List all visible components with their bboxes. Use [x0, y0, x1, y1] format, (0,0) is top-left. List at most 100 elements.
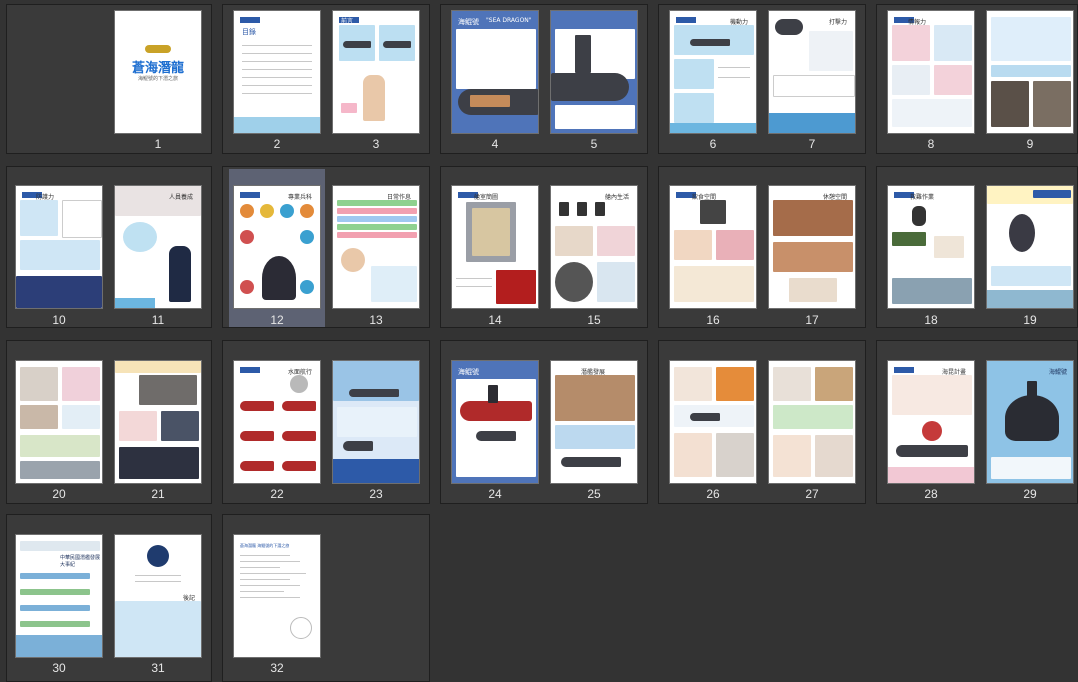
page-number-31: 31: [151, 661, 165, 675]
page-thumbnail-20[interactable]: [15, 360, 103, 484]
spread-16[interactable]: 中華民國潛艦發展大事紀 30 後記 31: [6, 514, 212, 682]
page-thumbnail-6[interactable]: 機動力: [669, 10, 757, 134]
page-title: 蒼海潛龍 海鯤號的下潛之旅: [240, 543, 290, 548]
spread-11[interactable]: 20 21: [6, 340, 212, 504]
page-subtitle: "SEA DRAGON": [486, 17, 532, 24]
page-number-9: 9: [1026, 137, 1034, 151]
page-number-32: 32: [270, 661, 284, 675]
spread-14[interactable]: 26 27: [658, 340, 866, 504]
page-number-2: 2: [273, 137, 281, 151]
page-thumbnail-30[interactable]: 中華民國潛艦發展大事紀: [15, 534, 103, 658]
spread-2[interactable]: 目錄 2 前言 3: [222, 4, 430, 154]
page-thumbnail-3[interactable]: 前言: [332, 10, 420, 134]
page-number-11: 11: [151, 313, 165, 327]
page-thumbnail-28[interactable]: 海昆計畫: [887, 360, 975, 484]
spread-7[interactable]: 專業兵科 12 日常作息 13: [222, 166, 430, 328]
page-thumbnail-1[interactable]: 蒼海潛龍 海鯤號的下潛之旅: [114, 10, 202, 134]
page-title: 艙內生活: [604, 194, 629, 201]
page-number-17: 17: [805, 313, 819, 327]
page-thumbnail-8[interactable]: 情報力: [887, 10, 975, 134]
seal-icon: [290, 617, 312, 639]
wave-band: [234, 117, 320, 133]
page-number-14: 14: [488, 313, 502, 327]
page-number-25: 25: [587, 487, 601, 501]
page-number-24: 24: [488, 487, 502, 501]
page-thumbnail-17[interactable]: 休憩空間: [768, 185, 856, 309]
page-thumbnail-31[interactable]: 後記: [114, 534, 202, 658]
spread-17[interactable]: 蒼海潛龍 海鯤號的下潛之旅 32: [222, 514, 430, 682]
page-number-23: 23: [369, 487, 383, 501]
page-thumbnail-7[interactable]: 打擊力: [768, 10, 856, 134]
page-thumbnail-9[interactable]: [986, 10, 1074, 134]
page-thumbnail-5[interactable]: [550, 10, 638, 134]
spread-9[interactable]: 飲食空間 16 休憩空間 17: [658, 166, 866, 328]
page-number-8: 8: [927, 137, 935, 151]
page-thumbnail-15[interactable]: 艙內生活: [550, 185, 638, 309]
page-thumbnail-12[interactable]: 專業兵科: [233, 185, 321, 309]
page-number-3: 3: [372, 137, 380, 151]
page-number-26: 26: [706, 487, 720, 501]
spread-3[interactable]: 海鯤號 "SEA DRAGON" 4 5: [440, 4, 648, 154]
page-title: 救難作業: [910, 194, 935, 201]
spread-1[interactable]: 蒼海潛龍 海鯤號的下潛之旅 1: [6, 4, 212, 154]
page-thumbnail-16[interactable]: 飲食空間: [669, 185, 757, 309]
page-number-7: 7: [808, 137, 816, 151]
spread-8[interactable]: 艙室簡圖 14 艙內生活 15: [440, 166, 648, 328]
page-number-30: 30: [52, 661, 66, 675]
toc-title: 目錄: [242, 28, 256, 36]
page-thumbnail-2[interactable]: 目錄: [233, 10, 321, 134]
page-thumbnail-4[interactable]: 海鯤號 "SEA DRAGON": [451, 10, 539, 134]
page-number-10: 10: [52, 313, 66, 327]
page-number-19: 19: [1023, 313, 1037, 327]
page-thumbnail-27[interactable]: [768, 360, 856, 484]
page-thumbnail-23[interactable]: [332, 360, 420, 484]
page-header: [240, 17, 260, 23]
page-thumbnail-21[interactable]: [114, 360, 202, 484]
page-thumbnail-13[interactable]: 日常作息: [332, 185, 420, 309]
page-thumbnail-22[interactable]: 水面航行: [233, 360, 321, 484]
page-number-6: 6: [709, 137, 717, 151]
page-number-22: 22: [270, 487, 284, 501]
spread-15[interactable]: 海昆計畫 28 海鯤號 29: [876, 340, 1078, 504]
page-title: 海鯤號: [458, 18, 479, 26]
page-number-27: 27: [805, 487, 819, 501]
spread-10[interactable]: 救難作業 18 19: [876, 166, 1078, 328]
page-number-21: 21: [151, 487, 165, 501]
page-title: 艙室簡圖: [474, 194, 499, 201]
page-thumbnail-18[interactable]: 救難作業: [887, 185, 975, 309]
page-number-16: 16: [706, 313, 720, 327]
page-number-12: 12: [270, 313, 284, 327]
cover-subtitle: 海鯤號的下潛之旅: [137, 76, 178, 82]
spread-13[interactable]: 海鯤號 24 潛艦發展 25: [440, 340, 648, 504]
sailor-character: [169, 246, 191, 302]
page-number-15: 15: [587, 313, 601, 327]
cover-emblem-icon: [145, 45, 171, 53]
page-title: 前言: [341, 18, 354, 25]
spread-6[interactable]: 防護力 10 人員養成 11: [6, 166, 212, 328]
cover-title: 蒼海潛龍: [131, 61, 184, 76]
page-thumbnail-32[interactable]: 蒼海潛龍 海鯤號的下潛之旅: [233, 534, 321, 658]
page-number-13: 13: [369, 313, 383, 327]
page-title: 專業兵科: [287, 194, 312, 201]
page-thumbnail-10[interactable]: 防護力: [15, 185, 103, 309]
page-thumbnail-14[interactable]: 艙室簡圖: [451, 185, 539, 309]
page-number-4: 4: [491, 137, 499, 151]
page-number-18: 18: [924, 313, 938, 327]
page-thumbnail-19[interactable]: [986, 185, 1074, 309]
page-number-5: 5: [590, 137, 598, 151]
spread-12[interactable]: 水面航行 22 23: [222, 340, 430, 504]
page-title: 中華民國潛艦發展大事紀: [60, 555, 101, 568]
navy-emblem-icon: [147, 545, 169, 567]
spread-4[interactable]: 機動力 6 打擊力 7: [658, 4, 866, 154]
spread-5[interactable]: 情報力 8 9: [876, 4, 1078, 154]
page-thumbnail-25[interactable]: 潛艦發展: [550, 360, 638, 484]
page-thumbnail-26[interactable]: [669, 360, 757, 484]
page-title: 海鯤號: [458, 368, 479, 376]
page-title: 打擊力: [828, 19, 847, 26]
page-number-28: 28: [924, 487, 938, 501]
page-thumbnail-29[interactable]: 海鯤號: [986, 360, 1074, 484]
page-title: 人員養成: [168, 194, 193, 201]
page-number-29: 29: [1023, 487, 1037, 501]
page-thumbnail-24[interactable]: 海鯤號: [451, 360, 539, 484]
page-thumbnail-11[interactable]: 人員養成: [114, 185, 202, 309]
